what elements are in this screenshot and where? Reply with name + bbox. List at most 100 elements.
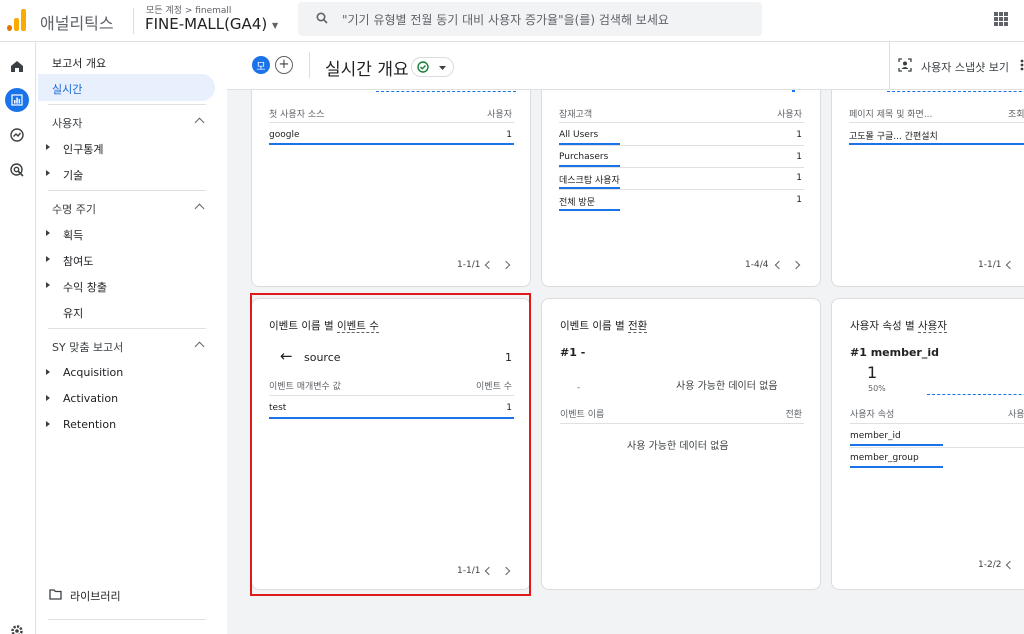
column-header[interactable]: 이벤트 매개변수 값 — [269, 379, 341, 392]
home-icon[interactable] — [5, 54, 29, 78]
chevron-left-icon[interactable] — [484, 260, 494, 270]
expand-arrow-icon[interactable] — [46, 230, 50, 236]
nav-custom-retention[interactable]: Retention — [63, 418, 116, 431]
back-arrow-icon[interactable]: ← — [280, 347, 293, 365]
metric-selector[interactable]: 전환 — [627, 320, 648, 333]
user-snapshot-icon[interactable] — [898, 58, 912, 72]
expand-arrow-icon[interactable] — [46, 282, 50, 288]
divider — [559, 189, 804, 190]
account-selector[interactable]: FINE-MALL(GA4) — [145, 15, 267, 33]
chevron-right-icon[interactable] — [501, 566, 511, 576]
check-circle-icon — [417, 61, 429, 73]
search-bar[interactable]: "기기 유형별 전월 동기 대비 사용자 증가율"을(를) 검색해 보세요 — [298, 2, 762, 36]
column-header[interactable]: 사용자 — [487, 107, 512, 120]
expand-arrow-icon[interactable] — [46, 369, 50, 375]
divider — [269, 122, 514, 123]
nav-custom-acquisition[interactable]: Acquisition — [63, 366, 123, 379]
explore-icon[interactable] — [5, 123, 29, 147]
nav-tech[interactable]: 기술 — [63, 167, 83, 183]
value-bar — [269, 417, 514, 419]
card-audience: 잠재고객 사용자 All Users 1 Purchasers 1 데스크탑 사… — [541, 70, 821, 287]
metric-selector[interactable]: 이벤트 수 — [336, 320, 379, 333]
column-header[interactable]: 페이지 제목 및 화면... — [849, 107, 932, 120]
dash-placeholder: - — [577, 383, 581, 393]
card-events-by-name: 이벤트 이름 별 이벤트 수 ← source 1 이벤트 매개변수 값 이벤트… — [251, 298, 531, 590]
chevron-left-icon[interactable] — [484, 566, 494, 576]
nav-section-lifecycle[interactable]: 수명 주기 — [52, 201, 96, 217]
search-input[interactable]: "기기 유형별 전월 동기 대비 사용자 증가율"을(를) 검색해 보세요 — [342, 11, 669, 28]
table-row-label: 전체 방문 — [559, 198, 595, 208]
avatar[interactable]: 모 — [252, 56, 270, 74]
metric-selector[interactable]: 사용자 — [917, 320, 947, 333]
table-row-value: 1 — [506, 130, 512, 140]
expand-arrow-icon[interactable] — [46, 256, 50, 262]
no-data-message: 사용 가능한 데이터 없음 — [676, 381, 778, 392]
nav-realtime[interactable]: 실시간 — [52, 81, 82, 97]
divider — [48, 619, 206, 620]
add-comparison-button[interactable]: + — [275, 56, 293, 74]
chevron-right-icon[interactable] — [791, 260, 801, 270]
value-bar — [850, 466, 943, 468]
user-snapshot-button[interactable]: 사용자 스냅샷 보기 — [921, 59, 1009, 75]
column-header[interactable]: 첫 사용자 소스 — [269, 107, 324, 120]
chevron-up-icon[interactable] — [194, 341, 205, 352]
advertising-icon[interactable] — [5, 158, 29, 182]
sparkline — [927, 394, 1024, 395]
chevron-right-icon[interactable] — [501, 260, 511, 270]
nav-report-overview[interactable]: 보고서 개요 — [52, 55, 106, 71]
divider — [48, 328, 206, 329]
divider — [850, 447, 1024, 448]
column-header[interactable]: 전환 — [785, 407, 802, 420]
chevron-down-icon[interactable]: ▼ — [272, 21, 278, 30]
table-row-label: All Users — [559, 130, 599, 140]
column-header[interactable]: 잠재고객 — [559, 107, 592, 120]
nav-retention[interactable]: 유지 — [63, 305, 83, 321]
divider — [309, 52, 310, 78]
status-dropdown[interactable] — [411, 57, 454, 77]
product-name[interactable]: 애널리틱스 — [40, 10, 114, 34]
nav-custom-activation[interactable]: Activation — [63, 392, 118, 405]
page-title: 실시간 개요 — [325, 60, 409, 80]
more-icon[interactable] — [1020, 58, 1024, 72]
chevron-left-icon[interactable] — [1005, 560, 1015, 570]
nav-monetization[interactable]: 수익 창출 — [63, 279, 107, 295]
reports-icon[interactable] — [5, 88, 29, 112]
nav-section-custom[interactable]: SY 맞춤 보고서 — [52, 339, 123, 355]
divider — [48, 104, 206, 105]
column-header[interactable]: 사용자 — [777, 107, 802, 120]
value-bar — [849, 143, 1024, 145]
table-row-label: 데스크탑 사용자 — [559, 176, 620, 186]
nav-demographics[interactable]: 인구통계 — [63, 141, 103, 157]
column-header[interactable]: 사용 — [1008, 407, 1024, 420]
nav-library[interactable]: 라이브러리 — [70, 588, 121, 604]
pagination-label: 1-2/2 — [978, 560, 1002, 570]
column-header[interactable]: 사용자 속성 — [850, 407, 894, 420]
column-header[interactable]: 이벤트 수 — [476, 379, 512, 392]
folder-icon — [49, 589, 62, 600]
chevron-up-icon[interactable] — [194, 117, 205, 128]
pagination-label: 1-1/1 — [457, 260, 481, 270]
expand-arrow-icon[interactable] — [46, 144, 50, 150]
nav-engagement[interactable]: 참여도 — [63, 253, 93, 269]
divider — [849, 122, 1024, 123]
chevron-up-icon[interactable] — [194, 203, 205, 214]
search-icon — [316, 12, 328, 24]
analytics-logo-icon[interactable] — [7, 9, 27, 31]
top-rank-label: #1 - — [560, 346, 586, 359]
chevron-left-icon[interactable] — [774, 260, 784, 270]
expand-arrow-icon[interactable] — [46, 170, 50, 176]
nav-section-users[interactable]: 사용자 — [52, 115, 82, 131]
expand-arrow-icon[interactable] — [46, 421, 50, 427]
divider — [559, 145, 804, 146]
apps-grid-icon[interactable] — [994, 12, 1008, 26]
table-row-value: 1 — [796, 130, 802, 140]
column-header[interactable]: 이벤트 이름 — [560, 407, 604, 420]
column-header[interactable]: 조회 — [1008, 107, 1024, 120]
sparkline — [376, 91, 516, 92]
no-data-message: 사용 가능한 데이터 없음 — [627, 441, 729, 452]
nav-acquisition[interactable]: 획득 — [63, 227, 83, 243]
expand-arrow-icon[interactable] — [46, 395, 50, 401]
gear-icon[interactable] — [5, 619, 29, 634]
chevron-left-icon[interactable] — [1005, 260, 1015, 270]
divider — [269, 395, 514, 396]
